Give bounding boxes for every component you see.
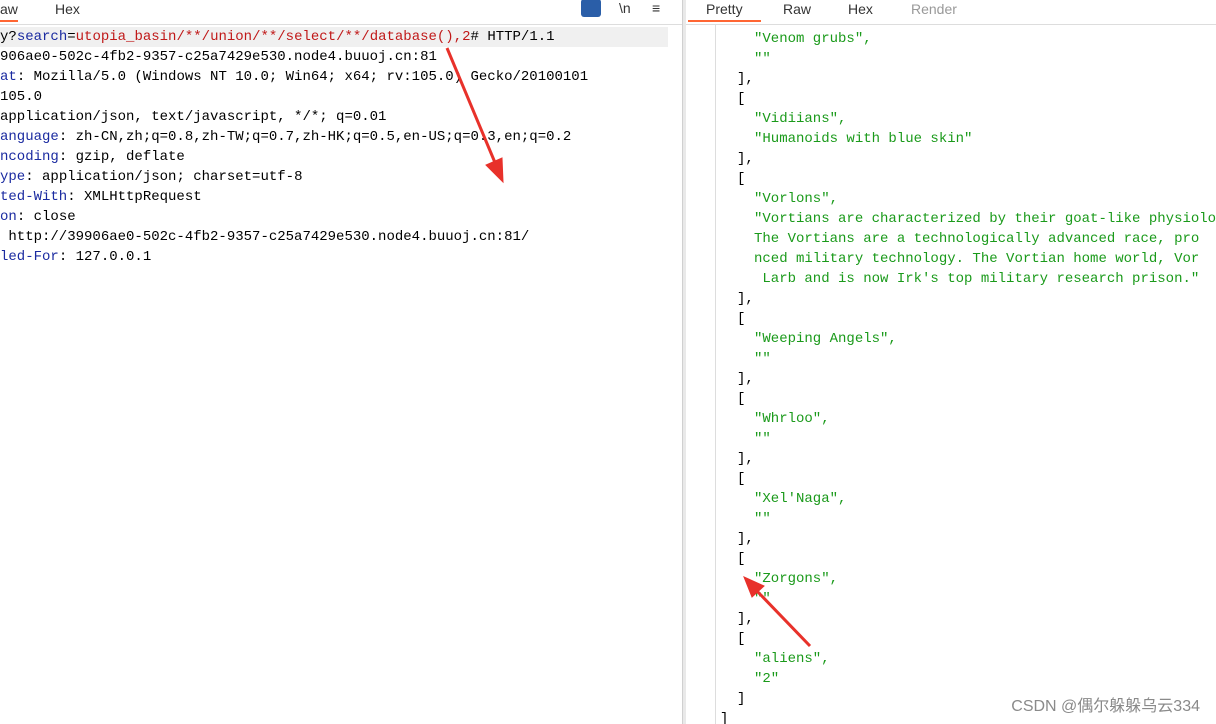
arrow-icon xyxy=(754,588,812,648)
annotation-arrows xyxy=(445,47,812,648)
arrow-head-icon xyxy=(485,157,504,184)
arrow-icon xyxy=(445,47,498,166)
